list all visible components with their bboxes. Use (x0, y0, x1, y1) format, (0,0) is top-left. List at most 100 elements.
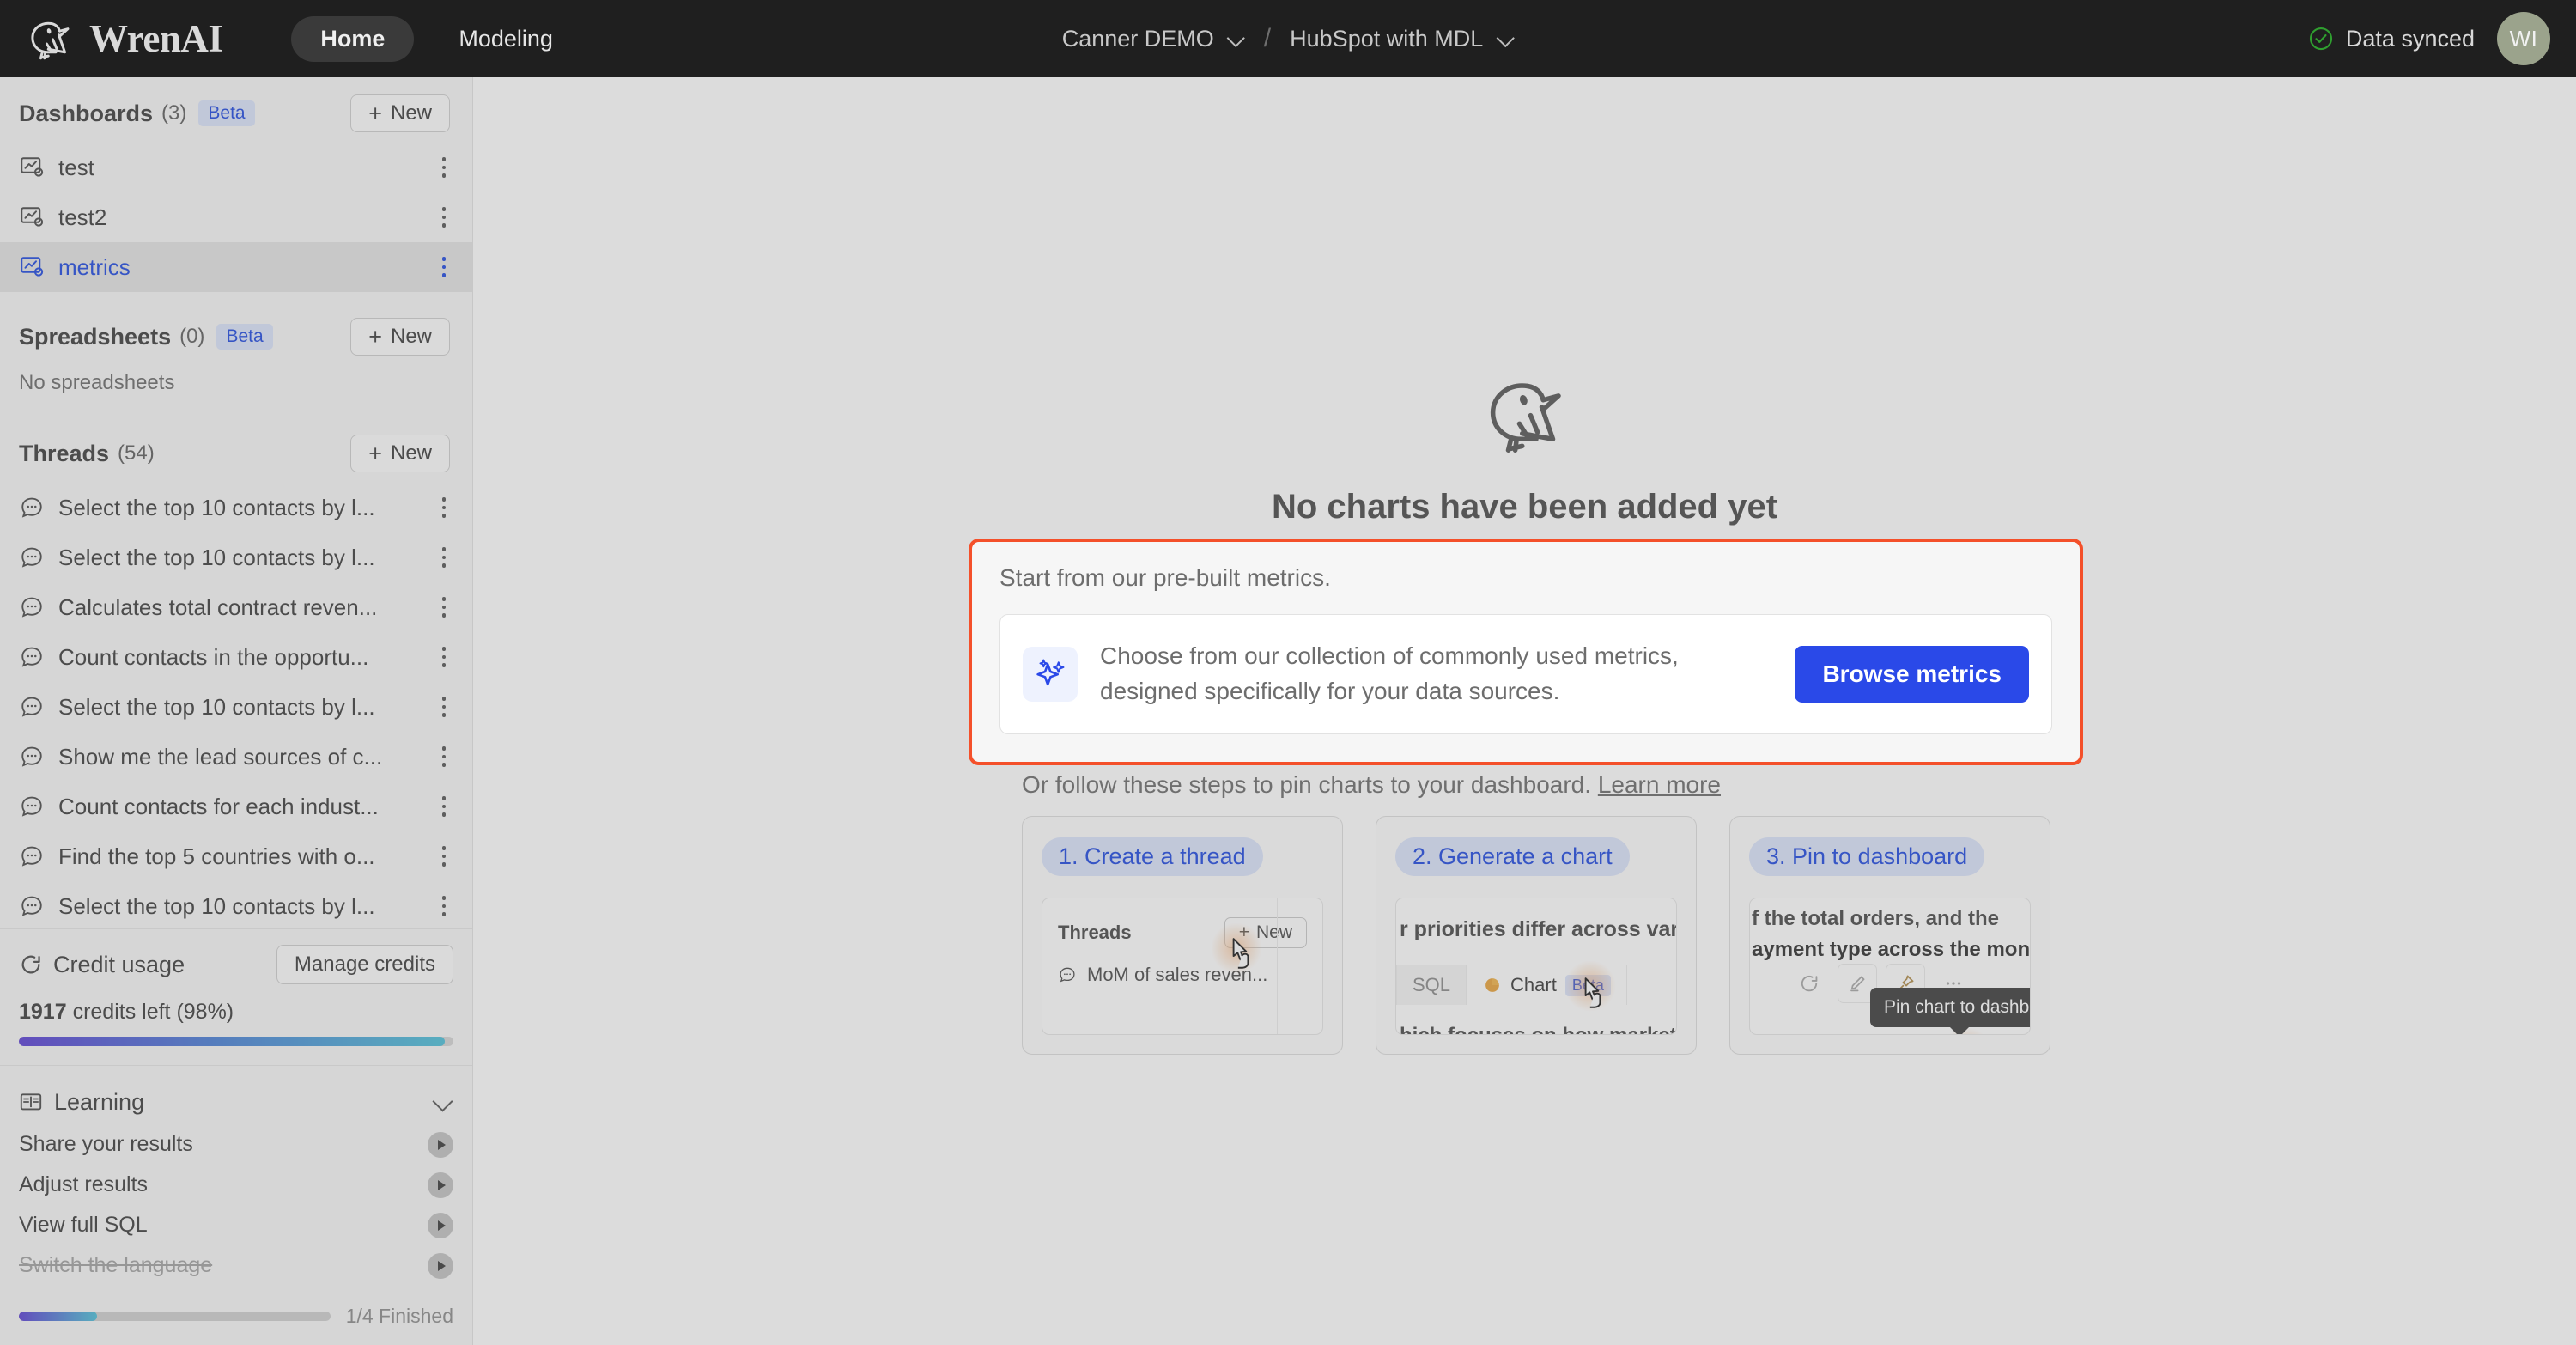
pin-tooltip: Pin chart to dashboard (1870, 988, 2030, 1034)
chevron-down-icon[interactable] (433, 1092, 453, 1112)
mock-chart-bottom-line: hich focuses on how market (1396, 1005, 1676, 1034)
learning-header[interactable]: Learning (19, 1080, 453, 1124)
metrics-card-text: Choose from our collection of commonly u… (1100, 639, 1679, 709)
manage-credits-button[interactable]: Manage credits (276, 945, 453, 984)
step-2-mock: r priorities differ across vario SQL Cha… (1395, 898, 1677, 1035)
sidebar-item-thread[interactable]: Select the top 10 contacts by l... (0, 682, 472, 732)
dashboard-more-button[interactable] (434, 204, 453, 230)
mock-pin-line2: ayment type across the months. (1752, 938, 2031, 961)
thread-more-button[interactable] (434, 893, 453, 919)
learning-item-label: View full SQL (19, 1213, 148, 1237)
thread-label: Select the top 10 contacts by l... (58, 693, 375, 720)
credit-progress-fill (19, 1037, 445, 1046)
dashboard-more-button[interactable] (434, 155, 453, 180)
thread-more-button[interactable] (434, 594, 453, 620)
new-spreadsheet-label: New (390, 325, 432, 348)
sidebar-item-thread[interactable]: Count contacts for each indust... (0, 782, 472, 831)
thread-more-button[interactable] (434, 843, 453, 869)
metrics-panel-lead: Start from our pre-built metrics. (999, 564, 1331, 591)
credits-suffix: credits left (98%) (66, 1000, 234, 1024)
thread-label: Select the top 10 contacts by l... (58, 544, 375, 570)
check-circle-icon (2309, 27, 2332, 51)
new-spreadsheet-button[interactable]: + New (350, 318, 450, 356)
dashboards-title: Dashboards (19, 100, 154, 126)
model-selector[interactable]: HubSpot with MDL (1290, 26, 1514, 52)
play-icon[interactable] (428, 1252, 453, 1279)
thread-more-button[interactable] (434, 794, 453, 819)
step-1-badge: 1. Create a thread (1042, 837, 1263, 876)
learning-item[interactable]: Adjust results (19, 1165, 453, 1205)
learning-item[interactable]: View full SQL (19, 1205, 453, 1245)
sidebar-item-thread[interactable]: Show me the lead sources of c... (0, 732, 472, 782)
data-sync-status[interactable]: Data synced (2308, 26, 2475, 52)
browse-metrics-button[interactable]: Browse metrics (1795, 646, 2029, 703)
sidebar-item-thread[interactable]: Select the top 10 contacts by l... (0, 483, 472, 533)
thread-label: Select the top 10 contacts by l... (58, 494, 375, 520)
thread-label: Count contacts for each indust... (58, 793, 379, 819)
thread-more-button[interactable] (434, 694, 453, 720)
project-breadcrumb: Canner DEMO / HubSpot with MDL (1062, 24, 1515, 53)
mock-tabs: SQL Chart Beta (1396, 965, 1676, 1005)
new-dashboard-button[interactable]: + New (350, 94, 450, 132)
chat-bubble-icon (21, 597, 42, 618)
nav-home[interactable]: Home (291, 15, 415, 62)
cursor-pointer-icon (1232, 938, 1249, 969)
book-icon (20, 1093, 42, 1111)
sidebar-item-thread[interactable]: Select the top 10 contacts by l... (0, 533, 472, 582)
learning-progress-row: 1/4 Finished (19, 1305, 453, 1328)
step-card-create-thread[interactable]: 1. Create a thread Threads + New (1022, 816, 1343, 1055)
new-thread-label: New (390, 441, 432, 465)
nav-modeling[interactable]: Modeling (429, 16, 582, 62)
credit-usage-header: Credit usage Manage credits (19, 945, 453, 984)
step-card-generate-chart[interactable]: 2. Generate a chart r priorities differ … (1376, 816, 1697, 1055)
brand[interactable]: WrenAI (26, 15, 223, 63)
sidebar-item-dashboard-test[interactable]: test (0, 143, 472, 192)
sync-label: Data synced (2345, 25, 2475, 52)
plus-icon: + (368, 440, 382, 466)
thread-more-button[interactable] (434, 545, 453, 570)
step-1-mock: Threads + New MoM of sales reven... (1042, 898, 1323, 1035)
dashboard-label: test2 (58, 204, 107, 230)
chat-bubble-icon (21, 746, 42, 767)
chat-bubble-icon (21, 896, 42, 916)
breadcrumb-separator: / (1263, 24, 1272, 52)
credits-number: 1917 (19, 1000, 67, 1024)
sidebar: Dashboards (3) Beta + New test test2 met… (0, 77, 473, 1345)
sparkles-icon (1036, 659, 1065, 686)
dashboard-more-button[interactable] (434, 254, 453, 280)
thread-label: Count contacts in the opportu... (58, 643, 369, 670)
step-card-pin-dashboard[interactable]: 3. Pin to dashboard f the total orders, … (1729, 816, 2050, 1055)
thread-more-button[interactable] (434, 495, 453, 520)
project-selector[interactable]: Canner DEMO (1062, 26, 1245, 52)
learning-item[interactable]: Switch the language (19, 1245, 453, 1286)
learn-more-link[interactable]: Learn more (1598, 771, 1721, 798)
sidebar-item-thread[interactable]: Calculates total contract reven... (0, 582, 472, 632)
steps-lead-label: Or follow these steps to pin charts to y… (1022, 771, 1592, 798)
play-icon[interactable] (428, 1212, 453, 1238)
credit-progress-bar (19, 1037, 453, 1046)
step-3-mock: f the total orders, and the ayment type … (1749, 898, 2031, 1035)
sidebar-item-dashboard-metrics[interactable]: metrics (0, 242, 472, 292)
chat-bubble-icon (21, 547, 42, 568)
thread-more-button[interactable] (434, 644, 453, 670)
refresh-icon[interactable] (1789, 964, 1829, 1003)
play-icon[interactable] (428, 1131, 453, 1158)
play-icon[interactable] (428, 1172, 453, 1198)
sidebar-item-thread[interactable]: Select the top 10 contacts by l... (0, 881, 472, 928)
sidebar-item-dashboard-test2[interactable]: test2 (0, 192, 472, 242)
new-thread-button[interactable]: + New (350, 435, 450, 472)
mock-chart-headline: r priorities differ across vario (1400, 917, 1677, 941)
pie-chart-icon (1485, 978, 1499, 992)
mock-tab-sql[interactable]: SQL (1396, 965, 1467, 1005)
thread-label: Find the top 5 countries with o... (58, 843, 375, 869)
learning-item-label: Switch the language (19, 1253, 213, 1277)
avatar[interactable]: WI (2497, 12, 2550, 65)
dashboards-count: (3) (161, 101, 187, 125)
mock-threads-header: Threads + New (1042, 898, 1322, 948)
sidebar-item-thread[interactable]: Count contacts in the opportu... (0, 632, 472, 682)
empty-state: No charts have been added yet (473, 369, 2576, 526)
spreadsheets-beta-badge: Beta (216, 324, 273, 350)
sidebar-item-thread[interactable]: Find the top 5 countries with o... (0, 831, 472, 881)
learning-item[interactable]: Share your results (19, 1124, 453, 1165)
thread-more-button[interactable] (434, 744, 453, 770)
